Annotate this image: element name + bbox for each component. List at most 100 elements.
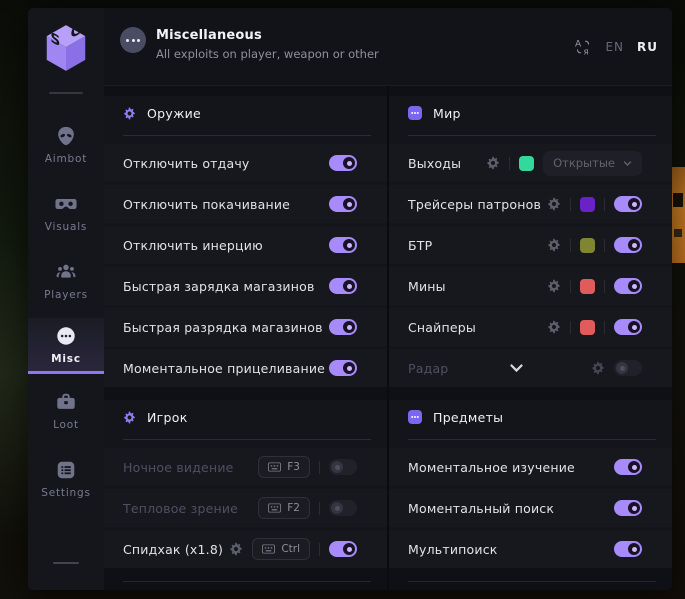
color-swatch[interactable] — [580, 279, 595, 294]
hotkey-badge[interactable]: F3 — [258, 456, 310, 478]
cheat-menu-window: S G Aimbot — [28, 8, 672, 590]
translate-icon[interactable]: A я — [574, 38, 592, 56]
main-panel: Miscellaneous All exploits on player, we… — [104, 8, 672, 590]
sidebar-item-loot[interactable]: Loot — [28, 380, 104, 442]
left-column: Оружие Отключить отдачу Отключить покачи… — [104, 86, 387, 590]
toggle-off[interactable] — [329, 500, 357, 516]
keyboard-icon — [268, 462, 281, 472]
control-divider — [604, 280, 605, 293]
toggle-on[interactable] — [329, 237, 357, 253]
section-divider — [408, 439, 656, 440]
setting-label: Трейсеры патронов — [408, 197, 547, 212]
section-header: Оружие — [104, 96, 387, 130]
toggle-off[interactable] — [329, 459, 357, 475]
toggle-on[interactable] — [329, 541, 357, 557]
hotkey-badge[interactable]: F2 — [258, 497, 310, 519]
sidebar-item-players[interactable]: Players — [28, 250, 104, 312]
section-divider — [408, 581, 656, 582]
control-divider — [604, 321, 605, 334]
ellipsis-icon — [55, 325, 77, 347]
toggle-on[interactable] — [329, 155, 357, 171]
hotkey-label: F2 — [287, 502, 300, 514]
setting-row: Мультипоиск — [389, 530, 672, 568]
setting-row: Выходы Открытые — [389, 144, 672, 182]
toggle-on[interactable] — [329, 360, 357, 376]
color-swatch[interactable] — [580, 197, 595, 212]
sidebar-item-settings[interactable]: Settings — [28, 448, 104, 510]
setting-label: Отключить отдачу — [123, 156, 329, 171]
list-icon — [55, 459, 77, 481]
toggle-on[interactable] — [614, 196, 642, 212]
setting-row: Моментальное изучение — [389, 448, 672, 486]
sidebar-item-aimbot[interactable]: Aimbot — [28, 114, 104, 176]
setting-row: Отключить отдачу — [104, 144, 387, 182]
row-settings-gear-icon[interactable] — [547, 197, 561, 211]
sidebar-bottom-divider — [53, 562, 79, 564]
setting-label: Снайперы — [408, 320, 547, 335]
chevron-down-icon — [623, 159, 632, 168]
section-divider — [123, 439, 371, 440]
alien-icon — [55, 125, 77, 147]
setting-row: Быстрая зарядка магазинов — [104, 267, 387, 305]
color-swatch[interactable] — [580, 238, 595, 253]
row-settings-gear-icon[interactable] — [591, 361, 605, 375]
toggle-on[interactable] — [614, 278, 642, 294]
section-header: Игрок — [104, 400, 387, 434]
control-divider — [319, 461, 320, 474]
setting-row: Тепловое зрение F2 — [104, 489, 387, 527]
color-swatch[interactable] — [580, 320, 595, 335]
keyboard-icon — [262, 544, 275, 554]
dropdown-value: Открытые — [553, 156, 615, 170]
setting-label: Моментальный поиск — [408, 501, 614, 516]
row-settings-gear-icon[interactable] — [486, 156, 500, 170]
toggle-on[interactable] — [614, 541, 642, 557]
toggle-on[interactable] — [614, 500, 642, 516]
row-settings-gear-icon[interactable] — [547, 320, 561, 334]
setting-label: Моментальное изучение — [408, 460, 614, 475]
sidebar-item-label: Players — [44, 289, 88, 301]
toggle-on[interactable] — [329, 319, 357, 335]
setting-label: Тепловое зрение — [123, 501, 258, 516]
section-divider — [123, 135, 371, 136]
toggle-on[interactable] — [329, 196, 357, 212]
section-header: Предметы — [389, 400, 672, 434]
toggle-on[interactable] — [614, 237, 642, 253]
setting-row: Снайперы — [389, 308, 672, 346]
section-title: Игрок — [147, 410, 188, 425]
section-header: Мир — [389, 96, 672, 130]
hotkey-badge[interactable]: Ctrl — [252, 538, 310, 560]
page-header: Miscellaneous All exploits on player, we… — [104, 8, 672, 86]
content: Оружие Отключить отдачу Отключить покачи… — [104, 86, 672, 590]
row-settings-gear-icon[interactable] — [547, 279, 561, 293]
setting-row: Спидхак (x1.8) Ctrl — [104, 530, 387, 568]
row-settings-gear-icon[interactable] — [547, 238, 561, 252]
sidebar-item-label: Settings — [41, 487, 90, 499]
sidebar-item-misc[interactable]: Misc — [28, 318, 104, 374]
expand-chevron-icon[interactable] — [509, 361, 524, 376]
setting-label: Быстрая зарядка магазинов — [123, 279, 329, 294]
toggle-on[interactable] — [614, 459, 642, 475]
setting-label: Радар — [408, 361, 591, 376]
setting-label: БТР — [408, 238, 547, 253]
toggle-on[interactable] — [614, 319, 642, 335]
gear-icon — [123, 107, 136, 120]
section-title: Мир — [433, 106, 461, 121]
exits-dropdown[interactable]: Открытые — [543, 151, 642, 176]
setting-label: Выходы — [408, 156, 486, 171]
row-settings-gear-icon[interactable] — [229, 542, 243, 556]
misc-badge-icon — [120, 27, 146, 53]
setting-row: Моментальное прицеливание — [104, 349, 387, 387]
section-items: Предметы Моментальное изучение Моменталь… — [389, 400, 672, 568]
color-swatch[interactable] — [519, 156, 534, 171]
section-title: Предметы — [433, 410, 503, 425]
toggle-on[interactable] — [329, 278, 357, 294]
sidebar-item-visuals[interactable]: Visuals — [28, 182, 104, 244]
setting-label: Мины — [408, 279, 547, 294]
section-world: Мир Выходы Открытые — [389, 96, 672, 387]
language-option-ru[interactable]: RU — [637, 40, 658, 54]
toggle-off[interactable] — [614, 360, 642, 376]
setting-label: Отключить покачивание — [123, 197, 329, 212]
language-option-en[interactable]: EN — [605, 40, 624, 54]
section-title: Оружие — [147, 106, 201, 121]
setting-row: Радар — [389, 349, 672, 387]
